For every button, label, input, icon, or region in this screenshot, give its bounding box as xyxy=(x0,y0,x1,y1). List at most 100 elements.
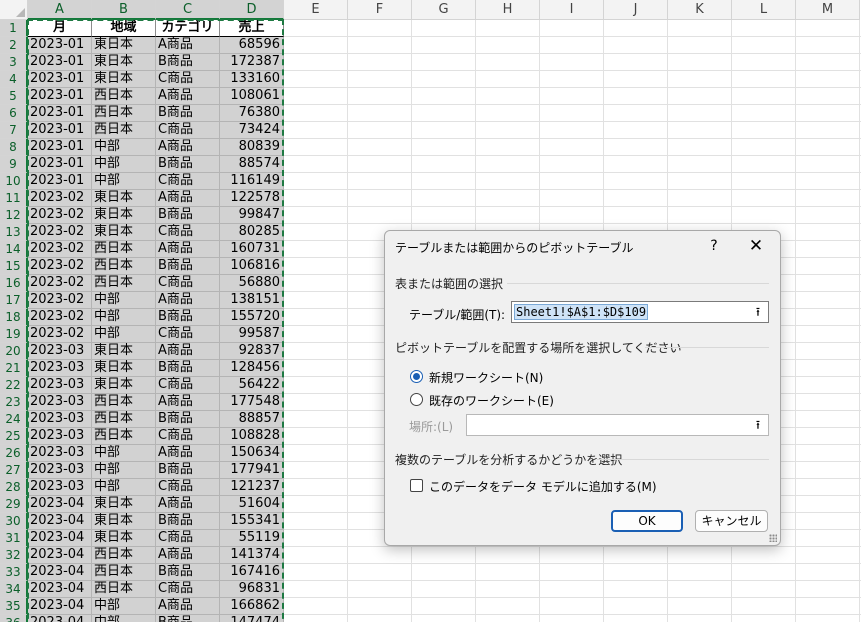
table-cell[interactable]: 2023-01 xyxy=(28,88,92,105)
table-cell[interactable]: C商品 xyxy=(156,479,220,496)
row-header[interactable]: 27 xyxy=(0,462,28,479)
select-all-corner[interactable] xyxy=(0,0,28,20)
row-header[interactable]: 10 xyxy=(0,173,28,190)
column-header[interactable]: G xyxy=(412,0,476,20)
table-cell[interactable]: 東日本 xyxy=(92,54,156,71)
table-cell[interactable]: A商品 xyxy=(156,241,220,258)
header-cell[interactable]: カテゴリ xyxy=(156,20,220,37)
add-to-data-model-label[interactable]: このデータをデータ モデルに追加する(M) xyxy=(429,478,657,495)
collapse-dialog-icon[interactable]: ⭱ xyxy=(749,303,767,321)
row-header[interactable]: 23 xyxy=(0,394,28,411)
table-cell[interactable]: 西日本 xyxy=(92,88,156,105)
cancel-button[interactable]: キャンセル xyxy=(695,510,768,532)
table-cell[interactable]: 2023-04 xyxy=(28,547,92,564)
table-cell[interactable]: 2023-04 xyxy=(28,496,92,513)
table-cell[interactable]: 中部 xyxy=(92,292,156,309)
table-cell[interactable]: 51604 xyxy=(220,496,284,513)
table-cell[interactable]: 西日本 xyxy=(92,275,156,292)
table-cell[interactable]: 73424 xyxy=(220,122,284,139)
header-cell[interactable]: 売上 xyxy=(220,20,284,37)
table-cell[interactable]: C商品 xyxy=(156,530,220,547)
row-header[interactable]: 31 xyxy=(0,530,28,547)
table-cell[interactable]: 西日本 xyxy=(92,122,156,139)
column-header[interactable]: I xyxy=(540,0,604,20)
table-cell[interactable]: C商品 xyxy=(156,377,220,394)
row-header[interactable]: 15 xyxy=(0,258,28,275)
table-cell[interactable]: 2023-04 xyxy=(28,530,92,547)
table-cell[interactable]: 56880 xyxy=(220,275,284,292)
collapse-dialog-icon[interactable]: ⭱ xyxy=(749,416,767,434)
row-header[interactable]: 16 xyxy=(0,275,28,292)
row-header[interactable]: 22 xyxy=(0,377,28,394)
row-header[interactable]: 1 xyxy=(0,20,28,37)
row-header[interactable]: 5 xyxy=(0,88,28,105)
column-header[interactable]: H xyxy=(476,0,540,20)
table-cell[interactable]: 80839 xyxy=(220,139,284,156)
table-cell[interactable]: 2023-01 xyxy=(28,173,92,190)
row-header[interactable]: 8 xyxy=(0,139,28,156)
row-header[interactable]: 29 xyxy=(0,496,28,513)
row-header[interactable]: 18 xyxy=(0,309,28,326)
table-cell[interactable]: 中部 xyxy=(92,462,156,479)
table-cell[interactable]: 西日本 xyxy=(92,241,156,258)
new-worksheet-radio[interactable] xyxy=(410,370,423,383)
table-cell[interactable]: 西日本 xyxy=(92,258,156,275)
row-header[interactable]: 9 xyxy=(0,156,28,173)
table-cell[interactable]: 東日本 xyxy=(92,224,156,241)
table-cell[interactable]: 2023-03 xyxy=(28,360,92,377)
row-header[interactable]: 34 xyxy=(0,581,28,598)
table-cell[interactable]: 東日本 xyxy=(92,190,156,207)
row-header[interactable]: 4 xyxy=(0,71,28,88)
table-cell[interactable]: 2023-01 xyxy=(28,71,92,88)
column-header[interactable]: B xyxy=(92,0,156,20)
header-cell[interactable]: 地域 xyxy=(92,20,156,37)
table-cell[interactable]: 2023-04 xyxy=(28,513,92,530)
table-cell[interactable]: 西日本 xyxy=(92,394,156,411)
table-cell[interactable]: 76380 xyxy=(220,105,284,122)
table-cell[interactable]: 西日本 xyxy=(92,428,156,445)
table-cell[interactable]: 2023-02 xyxy=(28,258,92,275)
table-cell[interactable]: 2023-03 xyxy=(28,411,92,428)
column-header[interactable]: L xyxy=(732,0,796,20)
table-cell[interactable]: 2023-03 xyxy=(28,445,92,462)
table-cell[interactable]: 172387 xyxy=(220,54,284,71)
table-cell[interactable]: 2023-01 xyxy=(28,139,92,156)
table-cell[interactable]: 2023-02 xyxy=(28,241,92,258)
row-header[interactable]: 14 xyxy=(0,241,28,258)
table-cell[interactable]: A商品 xyxy=(156,394,220,411)
table-cell[interactable]: B商品 xyxy=(156,411,220,428)
row-header[interactable]: 30 xyxy=(0,513,28,530)
table-cell[interactable]: 2023-02 xyxy=(28,326,92,343)
table-cell[interactable]: 中部 xyxy=(92,615,156,622)
row-header[interactable]: 6 xyxy=(0,105,28,122)
table-cell[interactable]: 56422 xyxy=(220,377,284,394)
location-input[interactable]: ⭱ xyxy=(466,414,769,436)
row-header[interactable]: 13 xyxy=(0,224,28,241)
table-cell[interactable]: 中部 xyxy=(92,598,156,615)
table-cell[interactable]: 中部 xyxy=(92,173,156,190)
table-cell[interactable]: 西日本 xyxy=(92,105,156,122)
table-cell[interactable]: 128456 xyxy=(220,360,284,377)
table-cell[interactable]: 中部 xyxy=(92,156,156,173)
table-cell[interactable]: 96831 xyxy=(220,581,284,598)
table-cell[interactable]: 2023-03 xyxy=(28,394,92,411)
column-header[interactable]: A xyxy=(28,0,92,20)
row-header[interactable]: 20 xyxy=(0,343,28,360)
row-header[interactable]: 26 xyxy=(0,445,28,462)
table-cell[interactable]: 2023-03 xyxy=(28,428,92,445)
table-cell[interactable]: 西日本 xyxy=(92,547,156,564)
row-header[interactable]: 11 xyxy=(0,190,28,207)
table-cell[interactable]: A商品 xyxy=(156,88,220,105)
table-cell[interactable]: 2023-01 xyxy=(28,122,92,139)
row-header[interactable]: 21 xyxy=(0,360,28,377)
row-header[interactable]: 28 xyxy=(0,479,28,496)
table-cell[interactable]: 2023-04 xyxy=(28,581,92,598)
table-cell[interactable]: A商品 xyxy=(156,292,220,309)
column-header[interactable]: J xyxy=(604,0,668,20)
column-header[interactable]: D xyxy=(220,0,284,20)
row-header[interactable]: 35 xyxy=(0,598,28,615)
table-cell[interactable]: 東日本 xyxy=(92,343,156,360)
table-cell[interactable]: A商品 xyxy=(156,343,220,360)
table-cell[interactable]: B商品 xyxy=(156,156,220,173)
table-cell[interactable]: 2023-03 xyxy=(28,377,92,394)
